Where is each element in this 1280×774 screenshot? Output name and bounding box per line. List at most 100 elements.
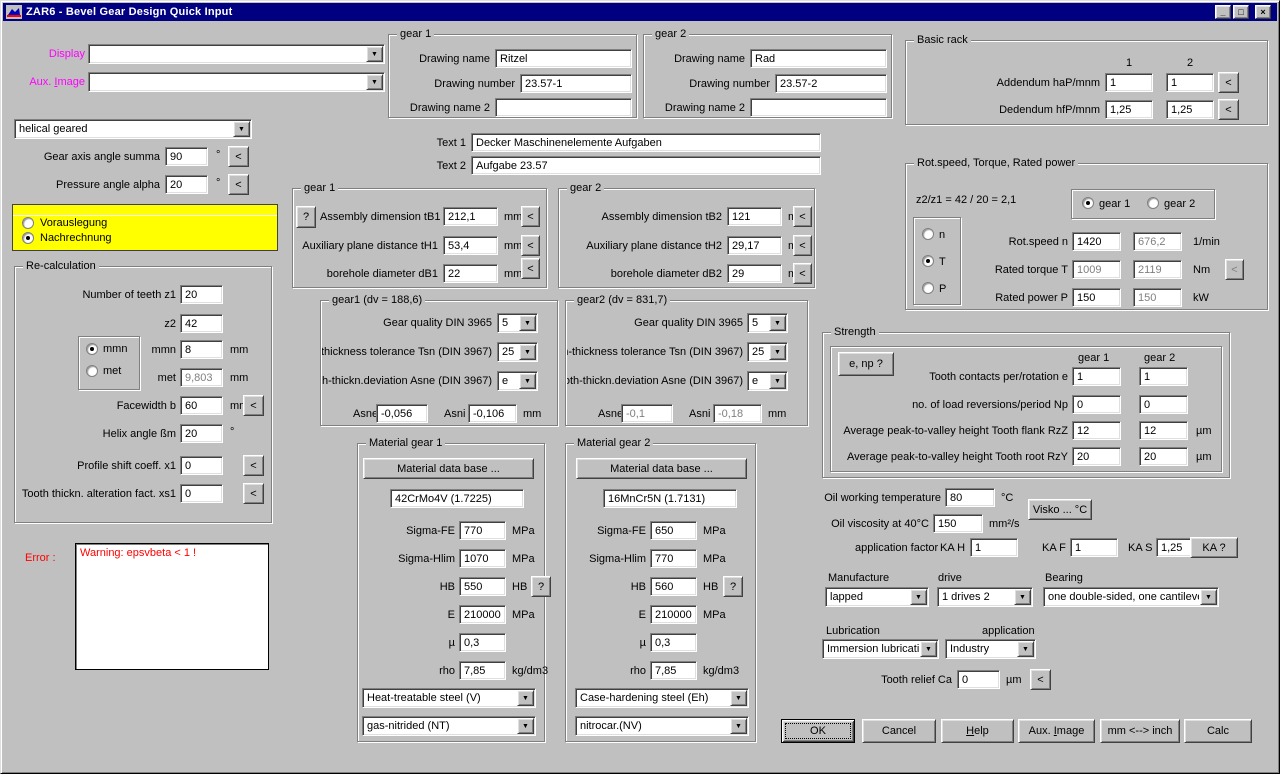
z1-input[interactable] — [180, 285, 223, 304]
lubrication-dropdown[interactable]: Immersion lubrication ▼ — [822, 639, 939, 659]
material2-mu-input[interactable] — [650, 633, 697, 652]
display-dropdown[interactable]: ▼ — [88, 44, 385, 64]
ratedpower1-input[interactable] — [1072, 288, 1121, 307]
material2-database-button[interactable]: Material data base ... — [576, 458, 747, 479]
th2-spin-button[interactable]: < — [793, 235, 812, 256]
db2-spin-button[interactable]: < — [793, 263, 812, 284]
mmn-input[interactable] — [180, 340, 223, 359]
kah-input[interactable] — [970, 538, 1018, 557]
rzy2-input[interactable] — [1139, 447, 1188, 466]
pressure-angle-input[interactable] — [165, 175, 208, 194]
material1-steel-dropdown[interactable]: Heat-treatable steel (V) ▼ — [362, 688, 536, 708]
nachrechnung-radio[interactable] — [22, 232, 34, 244]
dropdown-arrow-icon[interactable]: ▼ — [730, 690, 747, 706]
material1-name-input[interactable] — [390, 489, 524, 508]
reversions2-input[interactable] — [1139, 395, 1188, 414]
dropdown-arrow-icon[interactable]: ▼ — [769, 315, 786, 331]
tb1-input[interactable] — [443, 207, 498, 226]
gear1-drawing-number-input[interactable] — [520, 74, 632, 93]
gear1-asni-input[interactable] — [468, 404, 517, 423]
material1-sigmafe-input[interactable] — [459, 521, 506, 540]
torque-spin-button[interactable]: < — [1225, 259, 1244, 280]
minimize-button[interactable]: _ — [1215, 5, 1231, 19]
th2-input[interactable] — [727, 236, 782, 255]
p-radio[interactable] — [922, 282, 934, 294]
tb2-input[interactable] — [727, 207, 782, 226]
vorauslegung-radio[interactable] — [22, 217, 34, 229]
bearing-dropdown[interactable]: one double-sided, one cantilevered ▼ — [1043, 587, 1219, 607]
dropdown-arrow-icon[interactable]: ▼ — [1017, 641, 1034, 657]
dropdown-arrow-icon[interactable]: ▼ — [519, 315, 536, 331]
dedendum2-input[interactable] — [1166, 100, 1214, 119]
gear-type-dropdown[interactable]: helical geared ▼ — [14, 119, 252, 139]
tb2-spin-button[interactable]: < — [793, 206, 812, 227]
material1-hb-help-button[interactable]: ? — [531, 576, 551, 597]
oil-visc-input[interactable] — [933, 514, 983, 533]
help-button[interactable]: Help — [941, 719, 1014, 743]
addendum2-input[interactable] — [1166, 73, 1214, 92]
addendum1-input[interactable] — [1105, 73, 1153, 92]
facewidth-spin-button[interactable]: < — [243, 395, 264, 416]
dropdown-arrow-icon[interactable]: ▼ — [1014, 589, 1031, 605]
rzy1-input[interactable] — [1072, 447, 1121, 466]
met-radio[interactable] — [86, 365, 98, 377]
ka-help-button[interactable]: KA ? — [1190, 537, 1238, 558]
gear2-quality-dropdown[interactable]: 5 ▼ — [747, 313, 788, 333]
aux-image-dropdown[interactable]: ▼ — [88, 72, 385, 92]
mm-inch-button[interactable]: mm <--> inch — [1100, 719, 1180, 743]
material1-database-button[interactable]: Material data base ... — [363, 458, 534, 479]
material1-sigmahlim-input[interactable] — [459, 549, 506, 568]
tooth-relief-input[interactable] — [957, 670, 1000, 689]
contacts2-input[interactable] — [1139, 367, 1188, 386]
power-gear1-radio[interactable] — [1082, 197, 1094, 209]
contacts1-input[interactable] — [1072, 367, 1121, 386]
ok-button[interactable]: OK — [781, 719, 855, 743]
dropdown-arrow-icon[interactable]: ▼ — [1200, 589, 1217, 605]
t-radio[interactable] — [922, 255, 934, 267]
tb1-spin-button[interactable]: < — [521, 206, 540, 227]
dropdown-arrow-icon[interactable]: ▼ — [366, 74, 383, 90]
reversions1-input[interactable] — [1072, 395, 1121, 414]
dropdown-arrow-icon[interactable]: ▼ — [730, 718, 747, 734]
mmn-radio[interactable] — [86, 343, 98, 355]
oil-temp-input[interactable] — [945, 488, 995, 507]
addendum-spin-button[interactable]: < — [1218, 72, 1239, 93]
material2-steel-dropdown[interactable]: Case-hardening steel (Eh) ▼ — [575, 688, 749, 708]
dedendum-spin-button[interactable]: < — [1218, 99, 1239, 120]
pressure-angle-spin-button[interactable]: < — [228, 174, 249, 195]
gear1-asne-input[interactable] — [376, 404, 428, 423]
gear1-drawing-name-input[interactable] — [495, 49, 632, 68]
calc-button[interactable]: Calc — [1184, 719, 1252, 743]
visko-button[interactable]: Visko ... °C — [1028, 499, 1092, 520]
aux-image-button[interactable]: Aux. Image — [1018, 719, 1095, 743]
gear2-drawing-name2-input[interactable] — [750, 98, 887, 117]
rzz2-input[interactable] — [1139, 421, 1188, 440]
dropdown-arrow-icon[interactable]: ▼ — [769, 373, 786, 389]
material2-hb-input[interactable] — [650, 577, 697, 596]
axis-angle-input[interactable] — [165, 147, 208, 166]
tooth-relief-spin-button[interactable]: < — [1030, 669, 1051, 690]
facewidth-input[interactable] — [180, 396, 223, 415]
material2-sigmafe-input[interactable] — [650, 521, 697, 540]
material2-sigmahlim-input[interactable] — [650, 549, 697, 568]
material1-rho-input[interactable] — [459, 661, 506, 680]
helix-input[interactable] — [180, 424, 223, 443]
xs1-spin-button[interactable]: < — [243, 483, 264, 504]
material1-hb-input[interactable] — [459, 577, 506, 596]
n-radio[interactable] — [922, 228, 934, 240]
dropdown-arrow-icon[interactable]: ▼ — [519, 344, 536, 360]
material2-hb-help-button[interactable]: ? — [723, 576, 743, 597]
gear1-tsn-dropdown[interactable]: 25 ▼ — [497, 342, 538, 362]
dropdown-arrow-icon[interactable]: ▼ — [910, 589, 927, 605]
maximize-button[interactable]: □ — [1233, 5, 1249, 19]
gear2-deviation-dropdown[interactable]: e ▼ — [747, 371, 788, 391]
material2-rho-input[interactable] — [650, 661, 697, 680]
rzz1-input[interactable] — [1072, 421, 1121, 440]
profile-shift-input[interactable] — [180, 456, 223, 475]
xs1-input[interactable] — [180, 484, 223, 503]
th1-input[interactable] — [443, 236, 498, 255]
dropdown-arrow-icon[interactable]: ▼ — [233, 121, 250, 137]
gear1-assembly-help-button[interactable]: ? — [296, 206, 316, 228]
material1-e-input[interactable] — [459, 605, 506, 624]
kaf-input[interactable] — [1070, 538, 1118, 557]
